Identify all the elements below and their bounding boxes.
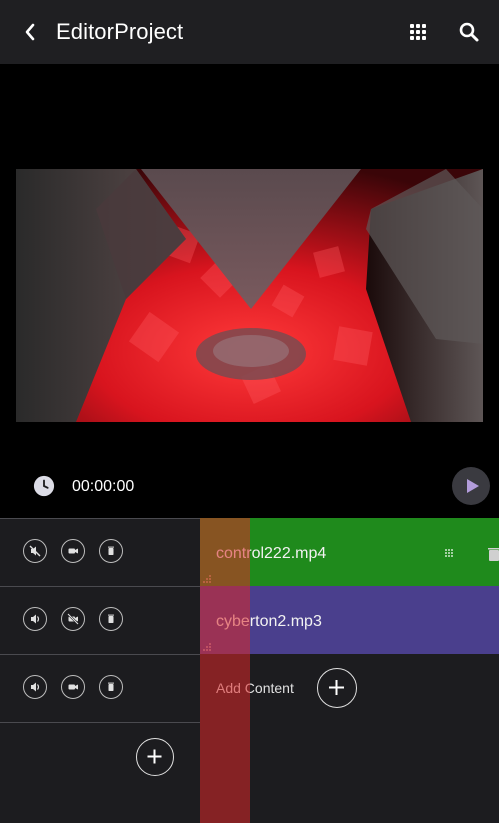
playhead[interactable] (200, 518, 250, 823)
add-track-button[interactable] (136, 738, 174, 776)
page-title: EditorProject (56, 19, 184, 44)
time-row: 00:00:00 (0, 464, 499, 508)
search-icon[interactable] (457, 20, 481, 44)
camera-icon[interactable] (61, 675, 85, 699)
delete-clip-icon[interactable] (487, 547, 499, 561)
delete-icon[interactable] (99, 607, 123, 631)
delete-icon[interactable] (99, 539, 123, 563)
divider (0, 722, 200, 723)
drag-handle-icon[interactable] (444, 548, 454, 558)
volume-muted-icon[interactable] (23, 539, 47, 563)
volume-icon[interactable] (23, 675, 47, 699)
add-content-button[interactable] (317, 668, 357, 708)
chevron-left-icon[interactable] (18, 20, 42, 44)
camera-icon[interactable] (61, 539, 85, 563)
play-icon (467, 479, 479, 493)
delete-icon[interactable] (99, 675, 123, 699)
plus-icon (147, 749, 162, 764)
track-row (0, 518, 200, 587)
volume-icon[interactable] (23, 607, 47, 631)
app-bar: EditorProject (0, 0, 499, 64)
apps-grid-icon[interactable] (406, 20, 430, 44)
current-time: 00:00:00 (72, 478, 135, 495)
video-preview-area: 00:00:00 (0, 64, 499, 518)
video-frame[interactable] (16, 169, 483, 422)
track-row (0, 586, 200, 655)
timeline[interactable]: control222.mp4 cyberton2.mp3 Add Content (200, 518, 499, 823)
track-row (0, 654, 200, 723)
camera-off-icon[interactable] (61, 607, 85, 631)
clock-icon (33, 475, 55, 497)
plus-icon (329, 680, 344, 695)
track-controls-panel (0, 518, 200, 823)
play-button[interactable] (452, 467, 490, 505)
